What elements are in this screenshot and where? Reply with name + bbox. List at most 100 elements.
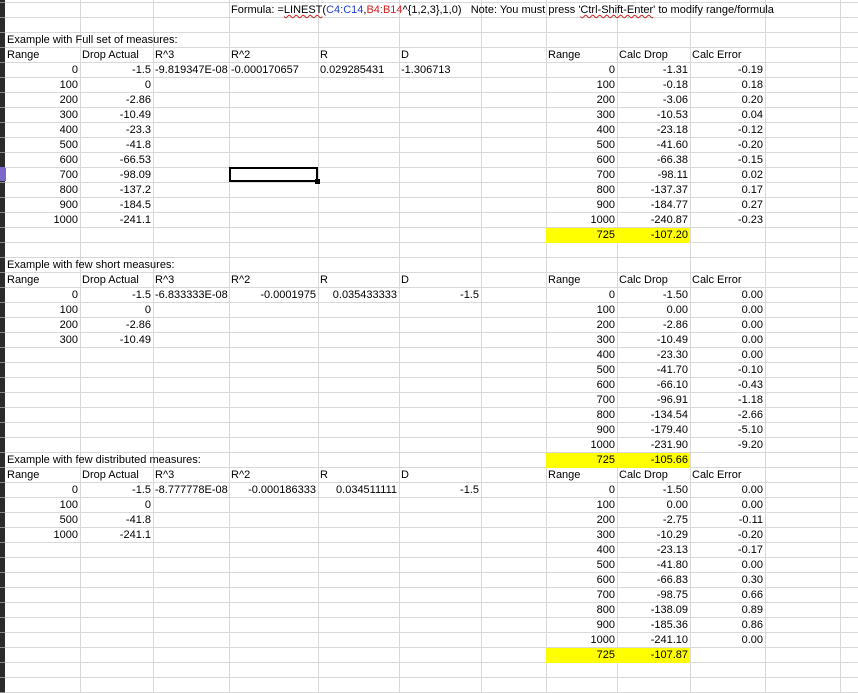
calc-drop-cell[interactable]: -240.87 <box>617 213 690 228</box>
header-r[interactable]: R <box>318 273 399 288</box>
calc-drop-cell[interactable]: -138.09 <box>617 603 690 618</box>
calc-error-cell[interactable]: -0.15 <box>690 153 765 168</box>
calc-drop-cell[interactable]: -96.91 <box>617 393 690 408</box>
calc-error-cell[interactable]: -0.11 <box>690 513 765 528</box>
calc-range-cell[interactable]: 400 <box>546 123 617 138</box>
calc-drop-cell[interactable]: -10.53 <box>617 108 690 123</box>
calc-range-cell[interactable]: 200 <box>546 93 617 108</box>
calc-drop-cell[interactable]: -41.60 <box>617 138 690 153</box>
range-cell[interactable]: 700 <box>5 168 80 183</box>
range-cell[interactable]: 500 <box>5 513 80 528</box>
coefficient-cell[interactable]: -0.0001975 <box>229 288 318 303</box>
calc-error-cell[interactable]: 0.00 <box>690 348 765 363</box>
calc-error-cell[interactable]: 0.00 <box>690 303 765 318</box>
calc-drop-cell[interactable]: -179.40 <box>617 423 690 438</box>
calc-drop-cell[interactable]: -1.31 <box>617 63 690 78</box>
highlight-range-cell[interactable]: 725 <box>546 453 617 468</box>
calc-error-cell[interactable]: -0.43 <box>690 378 765 393</box>
calc-drop-cell[interactable]: -98.11 <box>617 168 690 183</box>
calc-range-cell[interactable]: 800 <box>546 408 617 423</box>
coefficient-cell[interactable]: -1.5 <box>399 483 481 498</box>
header-r2[interactable]: R^2 <box>229 48 318 63</box>
calc-drop-cell[interactable]: -66.10 <box>617 378 690 393</box>
calc-range-cell[interactable]: 100 <box>546 303 617 318</box>
calc-error-cell[interactable]: 0.20 <box>690 93 765 108</box>
drop-actual-cell[interactable]: -98.09 <box>80 168 153 183</box>
range-cell[interactable]: 200 <box>5 93 80 108</box>
calc-drop-cell[interactable]: -66.38 <box>617 153 690 168</box>
calc-range-cell[interactable]: 900 <box>546 198 617 213</box>
coefficient-cell[interactable]: 0.035433333 <box>318 288 399 303</box>
calc-range-cell[interactable]: 200 <box>546 318 617 333</box>
header-drop-actual[interactable]: Drop Actual <box>80 273 153 288</box>
calc-range-cell[interactable]: 0 <box>546 288 617 303</box>
header-d[interactable]: D <box>399 273 481 288</box>
drop-actual-cell[interactable]: -137.2 <box>80 183 153 198</box>
calc-range-cell[interactable]: 500 <box>546 363 617 378</box>
range-cell[interactable]: 0 <box>5 288 80 303</box>
calc-drop-cell[interactable]: -23.18 <box>617 123 690 138</box>
calc-drop-cell[interactable]: -10.29 <box>617 528 690 543</box>
calc-range-cell[interactable]: 600 <box>546 153 617 168</box>
header-calc-drop[interactable]: Calc Drop <box>617 468 690 483</box>
fill-handle[interactable] <box>315 179 320 184</box>
calc-error-cell[interactable]: 0.17 <box>690 183 765 198</box>
calc-error-cell[interactable]: 0.00 <box>690 498 765 513</box>
calc-error-cell[interactable]: 0.27 <box>690 198 765 213</box>
header-calc-range[interactable]: Range <box>546 468 617 483</box>
header-calc-error[interactable]: Calc Error <box>690 468 765 483</box>
range-cell[interactable]: 0 <box>5 63 80 78</box>
coefficient-cell[interactable]: -0.000186333 <box>229 483 318 498</box>
calc-error-cell[interactable]: -1.18 <box>690 393 765 408</box>
header-calc-error[interactable]: Calc Error <box>690 273 765 288</box>
drop-actual-cell[interactable]: -10.49 <box>80 333 153 348</box>
calc-drop-cell[interactable]: -1.50 <box>617 288 690 303</box>
calc-error-cell[interactable]: -9.20 <box>690 438 765 453</box>
calc-range-cell[interactable]: 1000 <box>546 213 617 228</box>
range-cell[interactable]: 600 <box>5 153 80 168</box>
drop-actual-cell[interactable]: -241.1 <box>80 528 153 543</box>
coefficient-cell[interactable]: -6.833333E-08 <box>153 288 229 303</box>
header-d[interactable]: D <box>399 468 481 483</box>
calc-error-cell[interactable]: 0.00 <box>690 318 765 333</box>
drop-actual-cell[interactable]: -41.8 <box>80 138 153 153</box>
header-drop-actual[interactable]: Drop Actual <box>80 468 153 483</box>
spreadsheet-grid[interactable]: Formula: =LINEST(C4:C14,B4:B14^{1,2,3},1… <box>0 0 858 693</box>
range-cell[interactable]: 800 <box>5 183 80 198</box>
calc-range-cell[interactable]: 400 <box>546 348 617 363</box>
header-r[interactable]: R <box>318 48 399 63</box>
calc-drop-cell[interactable]: -98.75 <box>617 588 690 603</box>
calc-error-cell[interactable]: -0.20 <box>690 528 765 543</box>
drop-actual-cell[interactable]: -2.86 <box>80 318 153 333</box>
calc-error-cell[interactable]: 0.00 <box>690 558 765 573</box>
calc-range-cell[interactable]: 300 <box>546 108 617 123</box>
calc-error-cell[interactable]: 0.00 <box>690 633 765 648</box>
calc-range-cell[interactable]: 300 <box>546 528 617 543</box>
header-r[interactable]: R <box>318 468 399 483</box>
header-range[interactable]: Range <box>5 273 80 288</box>
calc-range-cell[interactable]: 900 <box>546 618 617 633</box>
calc-range-cell[interactable]: 600 <box>546 378 617 393</box>
range-cell[interactable]: 1000 <box>5 213 80 228</box>
calc-error-cell[interactable]: -0.10 <box>690 363 765 378</box>
coefficient-cell[interactable]: -9.819347E-08 <box>153 63 229 78</box>
highlight-drop-cell[interactable]: -107.20 <box>617 228 690 243</box>
range-cell[interactable]: 300 <box>5 333 80 348</box>
calc-range-cell[interactable]: 700 <box>546 168 617 183</box>
calc-range-cell[interactable]: 300 <box>546 333 617 348</box>
calc-error-cell[interactable]: 0.02 <box>690 168 765 183</box>
calc-error-cell[interactable]: 0.89 <box>690 603 765 618</box>
section-title[interactable]: Example with few distributed measures: <box>5 453 318 468</box>
coefficient-cell[interactable]: -0.000170657 <box>229 63 318 78</box>
drop-actual-cell[interactable]: -41.8 <box>80 513 153 528</box>
calc-range-cell[interactable]: 200 <box>546 513 617 528</box>
calc-drop-cell[interactable]: -241.10 <box>617 633 690 648</box>
calc-drop-cell[interactable]: -1.50 <box>617 483 690 498</box>
header-r2[interactable]: R^2 <box>229 273 318 288</box>
section-title[interactable]: Example with few short measures: <box>5 258 318 273</box>
calc-drop-cell[interactable]: -23.30 <box>617 348 690 363</box>
drop-actual-cell[interactable]: 0 <box>80 303 153 318</box>
header-calc-range[interactable]: Range <box>546 273 617 288</box>
calc-drop-cell[interactable]: 0.00 <box>617 498 690 513</box>
range-cell[interactable]: 100 <box>5 78 80 93</box>
